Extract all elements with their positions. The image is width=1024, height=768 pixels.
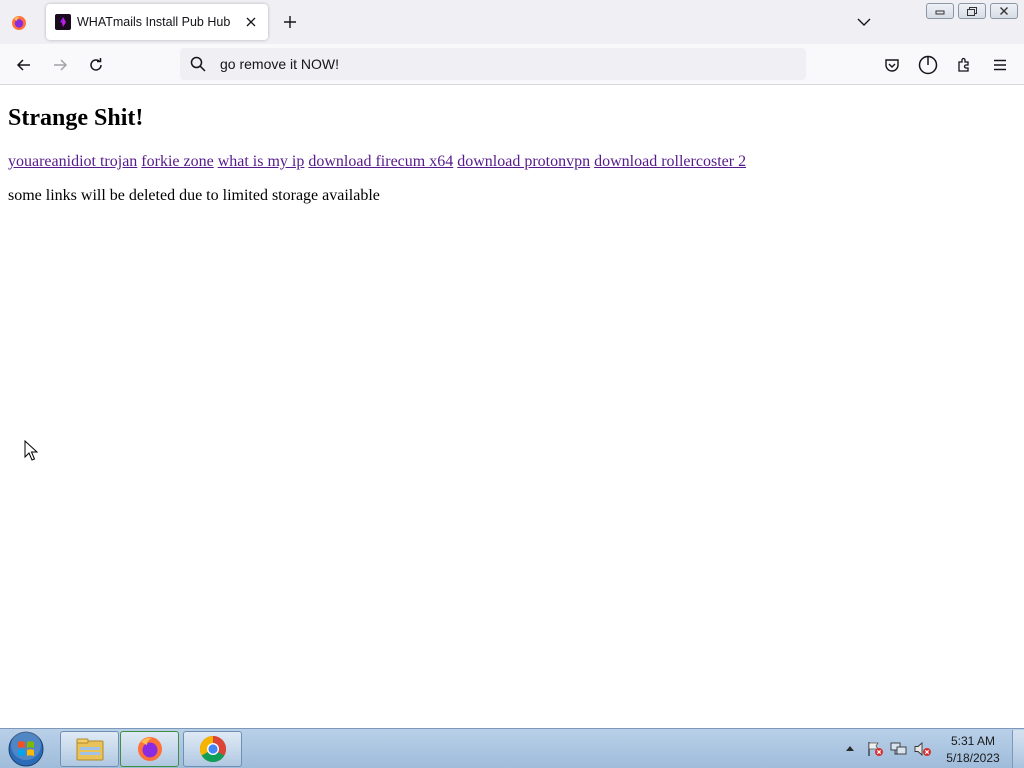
link-download-rollercoster[interactable]: download rollercoster 2 [594, 153, 746, 170]
url-bar[interactable]: go remove it NOW! [180, 48, 806, 80]
navigation-toolbar: go remove it NOW! [0, 44, 1024, 85]
forward-icon[interactable] [49, 54, 71, 76]
link-download-firecum[interactable]: download firecum x64 [308, 153, 453, 170]
volume-muted-icon[interactable] [914, 741, 932, 757]
show-hidden-icons-icon[interactable] [845, 744, 855, 752]
windows-logo-icon [8, 731, 44, 767]
menu-icon[interactable] [989, 54, 1011, 76]
taskbar-chrome[interactable] [183, 731, 242, 767]
firefox-view-icon[interactable] [8, 12, 30, 34]
minimize-button[interactable] [926, 3, 954, 19]
close-window-button[interactable] [990, 3, 1018, 19]
taskbar-firefox[interactable] [120, 731, 179, 767]
mouse-pointer-icon [24, 440, 38, 461]
page-title: Strange Shit! [8, 105, 144, 131]
link-list: youareanidiot trojan forkie zone what is… [8, 153, 746, 171]
network-icon[interactable] [890, 741, 908, 757]
extensions-icon[interactable] [953, 54, 975, 76]
firefox-icon [137, 737, 162, 761]
url-text[interactable]: go remove it NOW! [220, 56, 339, 72]
restore-button[interactable] [958, 3, 986, 19]
start-button[interactable] [6, 730, 46, 768]
tab-title: WHATmails Install Pub Hub [77, 15, 231, 29]
link-what-is-my-ip[interactable]: what is my ip [218, 153, 305, 170]
clock-date[interactable]: 5/18/2023 [940, 751, 1006, 765]
search-icon [190, 56, 206, 72]
site-favicon-icon [55, 14, 71, 30]
taskbar-file-explorer[interactable] [60, 731, 119, 767]
clock-time[interactable]: 5:31 AM [940, 734, 1006, 748]
storage-notice: some links will be deleted due to limite… [8, 187, 380, 204]
tab-active[interactable]: WHATmails Install Pub Hub [46, 4, 268, 40]
new-tab-button[interactable] [280, 12, 300, 32]
page-content: Strange Shit! youareanidiot trojan forki… [0, 86, 1024, 728]
back-icon[interactable] [13, 54, 35, 76]
reload-icon[interactable] [85, 54, 107, 76]
action-center-flag-icon[interactable] [866, 741, 884, 757]
file-explorer-icon [76, 738, 103, 761]
chrome-icon [199, 735, 226, 763]
link-download-protonvpn[interactable]: download protonvpn [457, 153, 590, 170]
pocket-icon[interactable] [881, 54, 903, 76]
close-tab-icon[interactable] [242, 13, 260, 31]
tab-strip: WHATmails Install Pub Hub [0, 0, 1024, 44]
show-desktop-button[interactable] [1012, 730, 1024, 768]
list-all-tabs-icon[interactable] [854, 13, 874, 31]
account-icon[interactable] [917, 54, 939, 76]
link-forkie-zone[interactable]: forkie zone [141, 153, 213, 170]
link-youareanidiot-trojan[interactable]: youareanidiot trojan [8, 153, 137, 170]
taskbar: 5:31 AM 5/18/2023 [0, 728, 1024, 768]
